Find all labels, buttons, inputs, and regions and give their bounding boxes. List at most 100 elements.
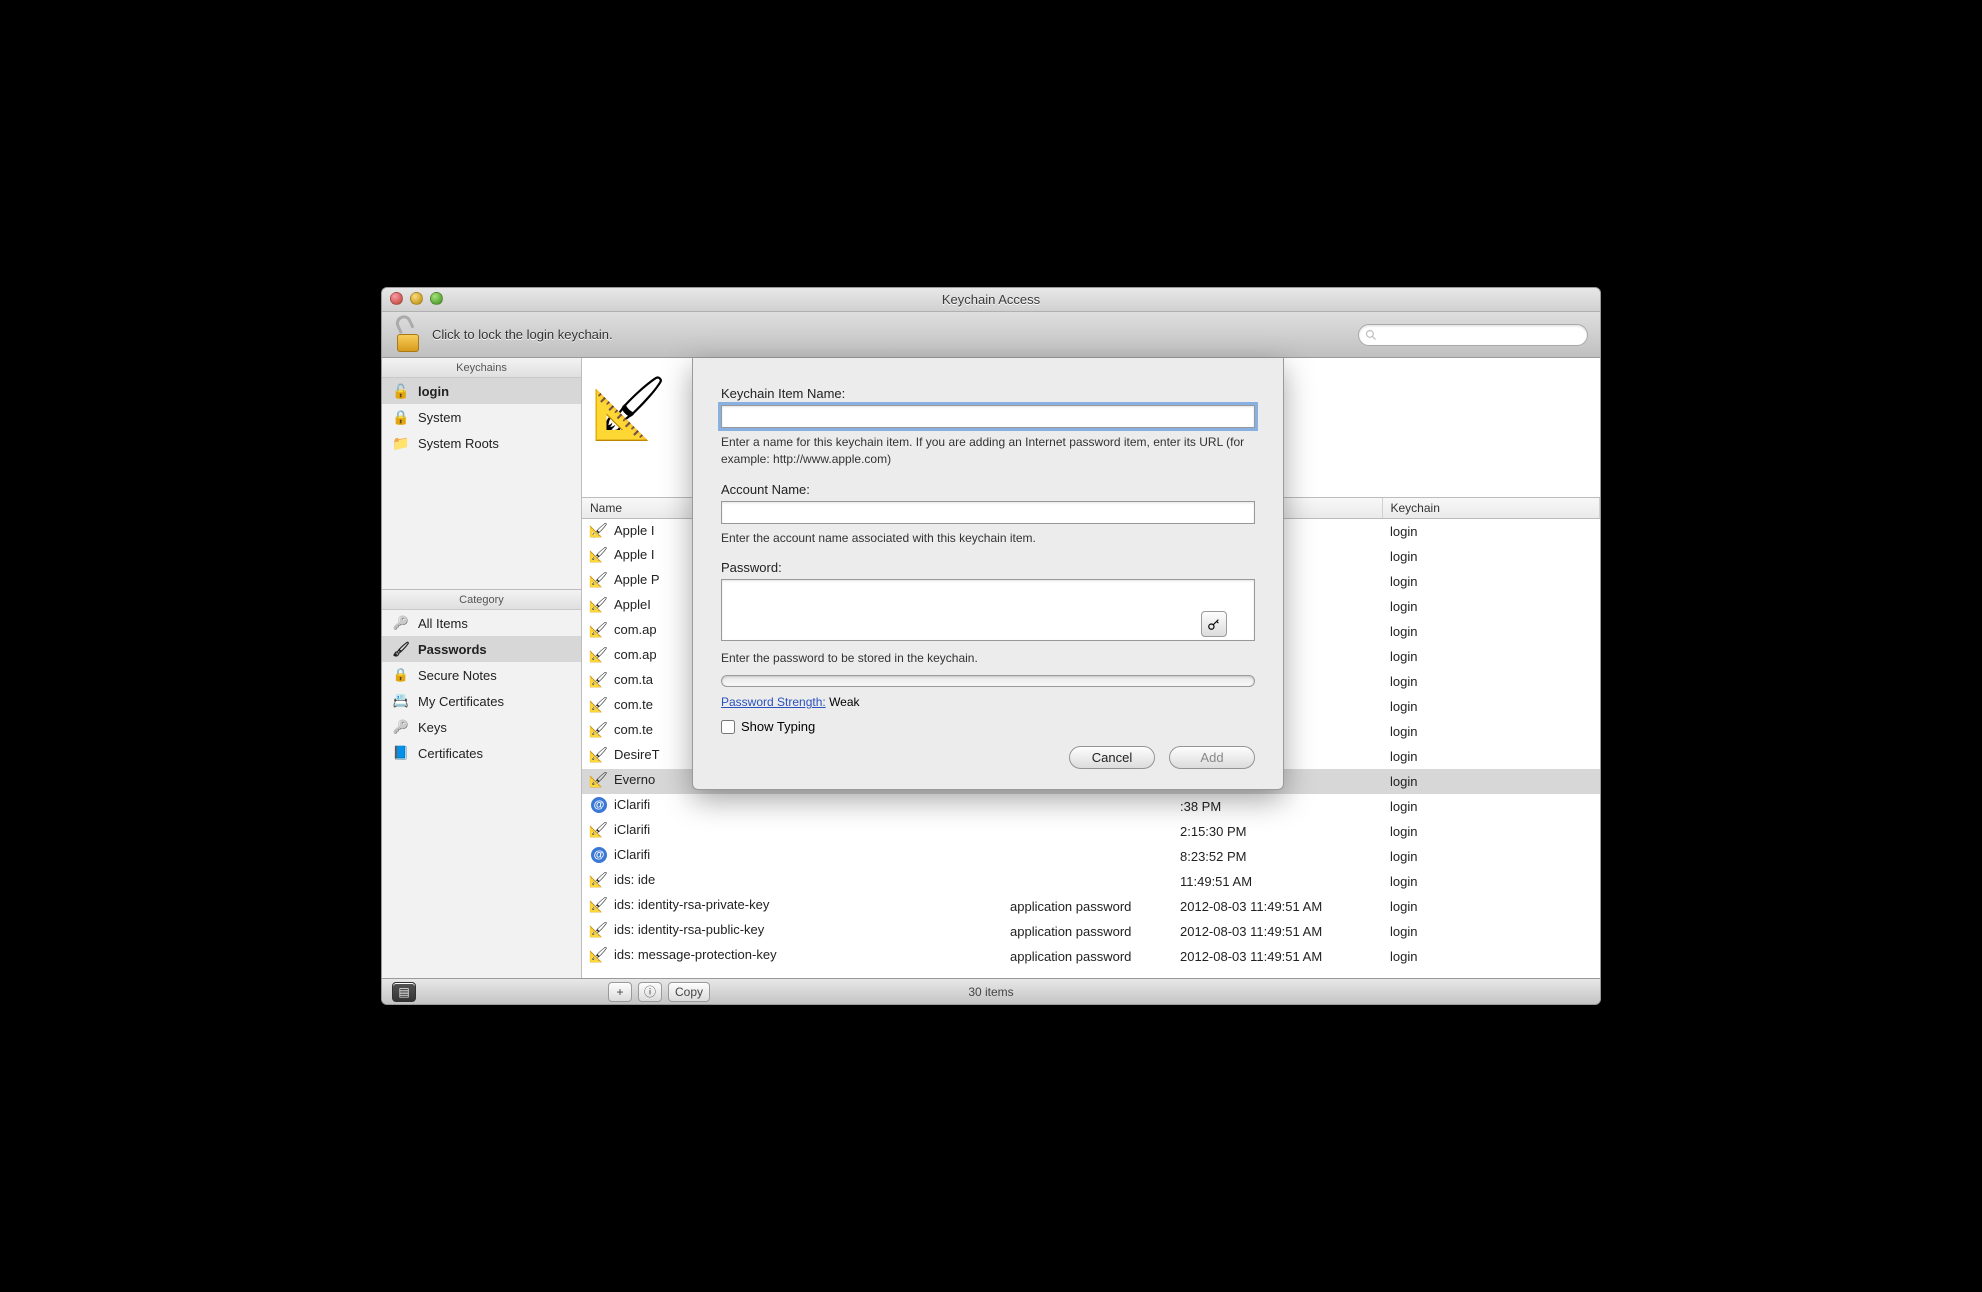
table-row[interactable]: ids: identity-rsa-private-keyapplication… <box>582 894 1600 919</box>
keychains-heading: Keychains <box>382 358 581 378</box>
window-title: Keychain Access <box>942 292 1040 307</box>
keychain-login[interactable]: login <box>382 378 581 404</box>
row-date: 2012-08-03 11:49:51 AM <box>1172 919 1382 944</box>
row-name: iClarifi <box>614 797 650 812</box>
category-all-items[interactable]: All Items <box>382 610 581 636</box>
row-keychain: login <box>1382 669 1600 694</box>
row-name: com.te <box>614 697 653 712</box>
sidebar-item-label: Keys <box>418 720 447 735</box>
category-secure-notes[interactable]: Secure Notes <box>382 662 581 688</box>
row-name: com.ta <box>614 672 653 687</box>
lock-icon[interactable] <box>394 318 422 352</box>
row-name: com.te <box>614 722 653 737</box>
sidebar: Keychains login System System Roots Cate… <box>382 358 582 978</box>
app-icon <box>590 521 608 539</box>
row-name: com.ap <box>614 647 657 662</box>
certificate-icon <box>392 692 410 710</box>
show-typing-label: Show Typing <box>741 719 815 734</box>
row-kind: application password <box>1002 944 1172 969</box>
row-keychain: login <box>1382 544 1600 569</box>
table-row[interactable]: ids: ide 11:49:51 AMlogin <box>582 869 1600 894</box>
key-icon <box>1207 617 1221 631</box>
sidebar-item-label: Certificates <box>418 746 483 761</box>
copy-button[interactable]: Copy <box>668 982 710 1002</box>
keychain-system-roots[interactable]: System Roots <box>382 430 581 456</box>
app-icon <box>590 571 608 589</box>
keychain-system[interactable]: System <box>382 404 581 430</box>
show-typing-checkbox[interactable] <box>721 720 735 734</box>
traffic-lights <box>390 292 443 305</box>
minimize-button[interactable] <box>410 292 423 305</box>
row-name: Everno <box>614 772 655 787</box>
keychain-access-window: Keychain Access Click to lock the login … <box>381 287 1601 1005</box>
key-icon <box>392 614 410 632</box>
password-generator-button[interactable] <box>1201 611 1227 637</box>
row-keychain: login <box>1382 719 1600 744</box>
row-name: ids: identity-rsa-public-key <box>614 922 764 937</box>
search-field[interactable] <box>1358 324 1588 346</box>
col-keychain[interactable]: Keychain <box>1382 498 1600 519</box>
close-button[interactable] <box>390 292 403 305</box>
account-name-label: Account Name: <box>721 482 1255 497</box>
app-icon <box>590 896 608 914</box>
app-icon <box>590 746 608 764</box>
table-row[interactable]: iClarifi2:15:30 PMlogin <box>582 819 1600 844</box>
item-count: 30 items <box>968 985 1013 999</box>
password-strength-value: Weak <box>829 695 859 709</box>
unlock-icon <box>392 382 410 400</box>
search-input[interactable] <box>1381 328 1581 342</box>
add-button[interactable]: Add <box>1169 746 1255 769</box>
key-icon <box>392 718 410 736</box>
table-row[interactable]: ids: identity-rsa-public-keyapplication … <box>582 919 1600 944</box>
sidebar-item-label: login <box>418 384 449 399</box>
row-name: AppleI <box>614 597 651 612</box>
app-icon <box>590 646 608 664</box>
row-keychain: login <box>1382 644 1600 669</box>
table-row[interactable]: ids: message-protection-keyapplication p… <box>582 944 1600 969</box>
cancel-button[interactable]: Cancel <box>1069 746 1155 769</box>
table-row[interactable]: iClarifi8:23:52 PMlogin <box>582 844 1600 869</box>
row-date: 2:15:30 PM <box>1172 819 1382 844</box>
toggle-detail-button[interactable]: ▤ <box>392 982 416 1002</box>
password-input[interactable] <box>721 579 1255 641</box>
row-keychain: login <box>1382 619 1600 644</box>
app-icon <box>590 671 608 689</box>
row-keychain: login <box>1382 869 1600 894</box>
category-keys[interactable]: Keys <box>382 714 581 740</box>
account-name-hint: Enter the account name associated with t… <box>721 530 1255 547</box>
add-item-button[interactable]: + <box>608 982 632 1002</box>
category-my-certificates[interactable]: My Certificates <box>382 688 581 714</box>
table-row[interactable]: iClarifi:38 PMlogin <box>582 794 1600 819</box>
row-name: iClarifi <box>614 847 650 862</box>
certificate-icon <box>392 744 410 762</box>
app-icon <box>590 771 608 789</box>
password-strength-link[interactable]: Password Strength: <box>721 695 826 709</box>
info-button[interactable]: ⓘ <box>638 982 662 1002</box>
sidebar-item-label: All Items <box>418 616 468 631</box>
row-name: Apple P <box>614 572 660 587</box>
sidebar-item-label: System <box>418 410 461 425</box>
item-name-input[interactable] <box>721 405 1255 428</box>
search-icon <box>1365 329 1377 341</box>
row-name: iClarifi <box>614 822 650 837</box>
row-keychain: login <box>1382 569 1600 594</box>
add-item-sheet: Keychain Item Name: Enter a name for thi… <box>692 358 1284 790</box>
category-certificates[interactable]: Certificates <box>382 740 581 766</box>
row-name: com.ap <box>614 622 657 637</box>
app-icon <box>590 871 608 889</box>
row-date: 11:49:51 AM <box>1172 869 1382 894</box>
statusbar: ▤ + ⓘ Copy 30 items <box>382 978 1600 1004</box>
app-icon <box>590 621 608 639</box>
zoom-button[interactable] <box>430 292 443 305</box>
row-keychain: login <box>1382 844 1600 869</box>
account-name-input[interactable] <box>721 501 1255 524</box>
category-passwords[interactable]: Passwords <box>382 636 581 662</box>
lock-icon <box>392 408 410 426</box>
app-icon <box>590 946 608 964</box>
row-name: Apple I <box>614 523 654 538</box>
row-date: 2012-08-03 11:49:51 AM <box>1172 894 1382 919</box>
row-name: ids: ide <box>614 872 655 887</box>
sidebar-item-label: Secure Notes <box>418 668 497 683</box>
password-strength-meter <box>721 675 1255 687</box>
sidebar-item-label: My Certificates <box>418 694 504 709</box>
